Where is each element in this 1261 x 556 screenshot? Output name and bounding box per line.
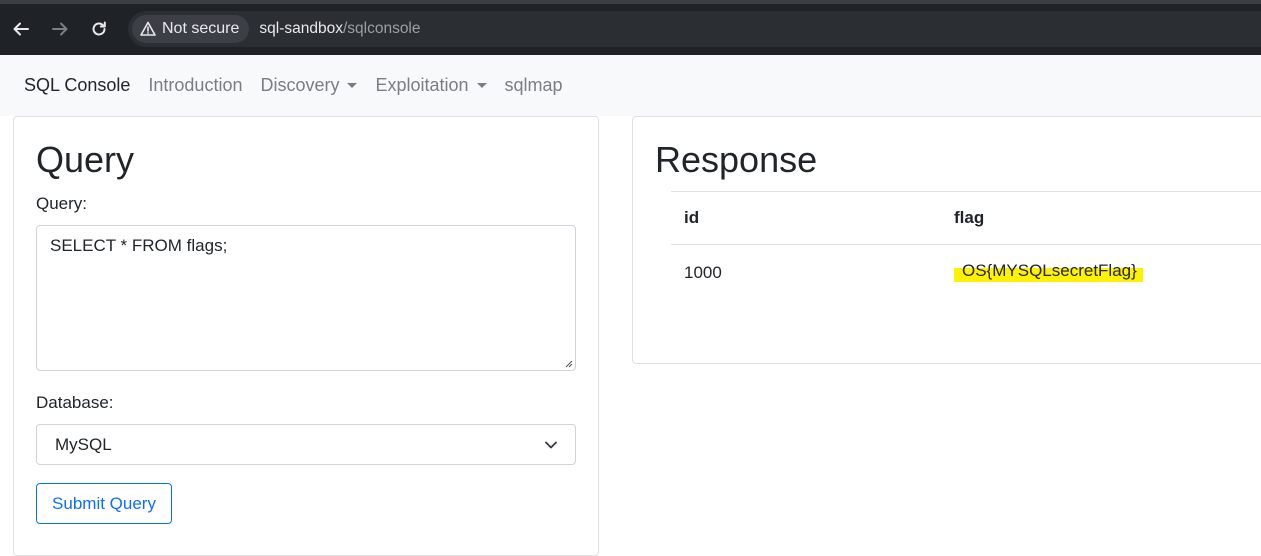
- flag-highlight: OS{MYSQLsecretFlag}: [954, 262, 1143, 282]
- query-title: Query: [36, 139, 135, 180]
- caret-down-icon: [347, 83, 358, 88]
- nav-link-sqlmap[interactable]: sqlmap: [505, 75, 563, 96]
- column-header-flag: flag: [941, 191, 1261, 245]
- reload-button[interactable]: [87, 17, 111, 41]
- response-card: Response id flag 1000 OS{MYSQLsecretFlag…: [632, 116, 1261, 364]
- table-row: 1000 OS{MYSQLsecretFlag}: [671, 245, 1261, 302]
- nav-link-label: Introduction: [148, 75, 243, 95]
- nav-link-label: sqlmap: [504, 75, 563, 95]
- security-label: Not secure: [162, 20, 240, 37]
- forward-arrow-icon: [52, 22, 68, 36]
- app-navbar: SQL Console Introduction Discovery Explo…: [0, 55, 1261, 116]
- reload-icon: [92, 21, 106, 36]
- browser-toolbar: Not secure sql-sandbox/sqlconsole: [0, 0, 1261, 55]
- resize-handle-icon[interactable]: [565, 360, 573, 368]
- query-label: Query:: [36, 194, 88, 213]
- nav-link-label: Discovery: [260, 75, 340, 95]
- query-card: Query Query: SELECT * FROM flags; Databa…: [13, 116, 599, 556]
- cell-id: 1000: [684, 263, 722, 282]
- tab-strip: [0, 0, 1261, 4]
- back-arrow-icon: [13, 22, 29, 36]
- query-textarea[interactable]: SELECT * FROM flags;: [36, 225, 576, 371]
- cell-flag: OS{MYSQLsecretFlag}: [941, 245, 1261, 302]
- nav-dropdown-discovery[interactable]: Discovery: [260, 75, 358, 96]
- nav-link-introduction[interactable]: Introduction: [148, 75, 242, 96]
- url-text[interactable]: sql-sandbox/sqlconsole: [259, 20, 420, 38]
- table-header-row: id flag: [671, 191, 1261, 245]
- flag-value: OS{MYSQLsecretFlag}: [962, 261, 1137, 280]
- caret-down-icon: [476, 83, 487, 88]
- url-host: sql-sandbox: [259, 20, 343, 37]
- nav-link-label: Exploitation: [375, 75, 469, 95]
- database-selected-value: MySQL: [55, 434, 112, 454]
- response-title: Response: [655, 139, 818, 180]
- url-path: /sqlconsole: [342, 20, 421, 37]
- forward-button[interactable]: [48, 17, 72, 41]
- submit-query-button[interactable]: Submit Query: [36, 483, 172, 524]
- query-text: SELECT * FROM flags;: [50, 236, 228, 255]
- back-button[interactable]: [9, 17, 33, 41]
- warning-icon: [140, 21, 156, 36]
- database-label: Database:: [36, 393, 114, 412]
- security-indicator[interactable]: Not secure: [132, 15, 250, 43]
- database-select[interactable]: MySQL: [36, 424, 576, 465]
- address-bar[interactable]: Not secure sql-sandbox/sqlconsole: [128, 11, 1261, 47]
- response-table: id flag 1000 OS{MYSQLsecretFlag}: [671, 191, 1261, 301]
- navbar-brand[interactable]: SQL Console: [24, 75, 130, 96]
- column-header-id: id: [671, 191, 941, 245]
- chevron-down-icon: [545, 441, 557, 448]
- nav-dropdown-exploitation[interactable]: Exploitation: [375, 75, 487, 96]
